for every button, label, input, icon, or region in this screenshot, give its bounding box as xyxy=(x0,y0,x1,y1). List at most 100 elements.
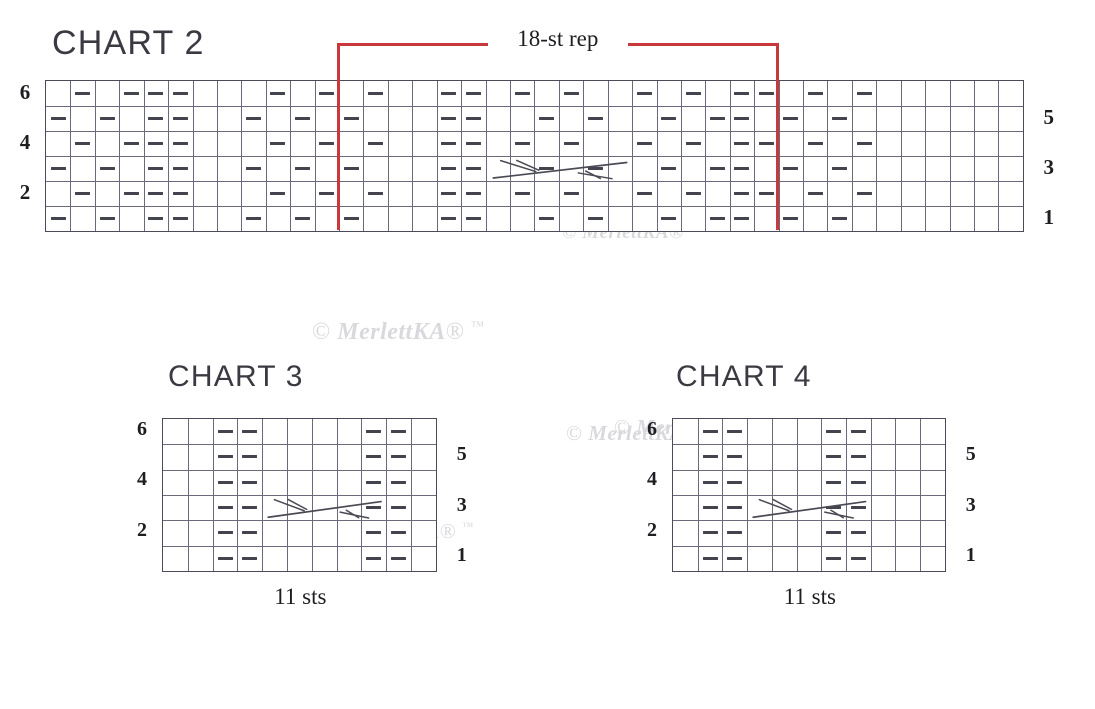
grid-col-line xyxy=(632,81,634,231)
grid-col-line xyxy=(436,81,438,231)
purl-stitch-symbol xyxy=(727,480,743,484)
grid-col-line xyxy=(722,419,724,571)
purl-stitch-symbol xyxy=(856,92,872,95)
purl-stitch-symbol xyxy=(783,167,799,170)
chart-sheet: CHART 2 CHART 3 CHART 4 © MerlettKA® ™© … xyxy=(0,0,1095,709)
grid-col-line xyxy=(237,419,239,571)
purl-stitch-symbol xyxy=(685,142,701,145)
purl-stitch-symbol xyxy=(587,167,603,170)
grid-col-line xyxy=(821,419,823,571)
purl-stitch-symbol xyxy=(465,217,481,220)
purl-stitch-symbol xyxy=(217,430,233,434)
purl-stitch-symbol xyxy=(702,506,718,510)
purl-stitch-symbol xyxy=(242,455,258,459)
purl-stitch-symbol xyxy=(246,117,262,120)
row-number-right: 3 xyxy=(965,493,976,516)
rep-right-marker xyxy=(776,43,780,230)
grid-col-line xyxy=(803,81,805,231)
purl-stitch-symbol xyxy=(710,167,726,170)
grid-col-line xyxy=(973,81,975,231)
grid-col-line xyxy=(168,81,170,231)
purl-stitch-symbol xyxy=(391,430,407,434)
row-number-left: 2 xyxy=(137,518,147,541)
grid-row-line xyxy=(673,520,945,522)
chart3-title: CHART 3 xyxy=(168,360,304,393)
purl-stitch-symbol xyxy=(734,142,750,145)
purl-stitch-symbol xyxy=(366,480,382,484)
purl-stitch-symbol xyxy=(50,117,66,120)
grid-col-line xyxy=(895,419,897,571)
purl-stitch-symbol xyxy=(123,92,139,95)
purl-stitch-symbol xyxy=(727,531,743,535)
purl-stitch-symbol xyxy=(850,480,866,484)
purl-stitch-symbol xyxy=(319,92,335,95)
purl-stitch-symbol xyxy=(514,192,530,195)
grid-col-line xyxy=(363,81,365,231)
purl-stitch-symbol xyxy=(734,117,750,120)
purl-stitch-symbol xyxy=(734,167,750,170)
watermark: © MerlettKA® ™ xyxy=(312,318,485,345)
grid-col-line xyxy=(509,81,511,231)
row-number-left: 6 xyxy=(647,417,657,440)
purl-stitch-symbol xyxy=(366,556,382,560)
purl-stitch-symbol xyxy=(850,531,866,535)
grid-row-line xyxy=(163,444,436,446)
purl-stitch-symbol xyxy=(270,192,286,195)
purl-stitch-symbol xyxy=(856,192,872,195)
purl-stitch-symbol xyxy=(172,92,188,95)
purl-stitch-symbol xyxy=(319,192,335,195)
row-number-left: 2 xyxy=(19,179,31,204)
purl-stitch-symbol xyxy=(391,506,407,510)
purl-stitch-symbol xyxy=(636,142,652,145)
purl-stitch-symbol xyxy=(294,217,310,220)
purl-stitch-symbol xyxy=(832,117,848,120)
grid-col-line xyxy=(485,81,487,231)
purl-stitch-symbol xyxy=(441,167,457,170)
purl-stitch-symbol xyxy=(366,506,382,510)
purl-stitch-symbol xyxy=(807,92,823,95)
purl-stitch-symbol xyxy=(465,167,481,170)
grid-col-line xyxy=(386,419,388,571)
purl-stitch-symbol xyxy=(563,192,579,195)
grid-col-line xyxy=(70,81,72,231)
grid-col-line xyxy=(461,81,463,231)
purl-stitch-symbol xyxy=(172,142,188,145)
purl-stitch-symbol xyxy=(217,506,233,510)
purl-stitch-symbol xyxy=(50,217,66,220)
grid-col-line xyxy=(796,419,798,571)
purl-stitch-symbol xyxy=(636,192,652,195)
purl-stitch-symbol xyxy=(734,217,750,220)
grid-col-line xyxy=(290,81,292,231)
purl-stitch-symbol xyxy=(343,117,359,120)
row-number-right: 5 xyxy=(965,442,976,465)
purl-stitch-symbol xyxy=(75,142,91,145)
purl-stitch-symbol xyxy=(391,556,407,560)
purl-stitch-symbol xyxy=(242,506,258,510)
purl-stitch-symbol xyxy=(783,117,799,120)
purl-stitch-symbol xyxy=(758,192,774,195)
rep-label: 18-st rep xyxy=(517,26,599,51)
purl-stitch-symbol xyxy=(539,217,555,220)
purl-stitch-symbol xyxy=(366,455,382,459)
grid-col-line xyxy=(212,419,214,571)
purl-stitch-symbol xyxy=(148,192,164,195)
grid-col-line xyxy=(361,419,363,571)
purl-stitch-symbol xyxy=(850,556,866,560)
grid-col-line xyxy=(314,81,316,231)
chart2-title: CHART 2 xyxy=(52,24,205,62)
purl-stitch-symbol xyxy=(734,92,750,95)
row-number-right: 3 xyxy=(456,493,467,516)
purl-stitch-symbol xyxy=(242,480,258,484)
purl-stitch-symbol xyxy=(148,142,164,145)
purl-stitch-symbol xyxy=(343,217,359,220)
grid-col-line xyxy=(851,81,853,231)
chart2-grid xyxy=(45,80,1024,232)
row-number-right: 3 xyxy=(1043,154,1055,179)
purl-stitch-symbol xyxy=(217,556,233,560)
purl-stitch-symbol xyxy=(514,142,530,145)
purl-stitch-symbol xyxy=(734,192,750,195)
purl-stitch-symbol xyxy=(246,167,262,170)
grid-row-line xyxy=(673,444,945,446)
grid-col-line xyxy=(876,81,878,231)
purl-stitch-symbol xyxy=(661,217,677,220)
